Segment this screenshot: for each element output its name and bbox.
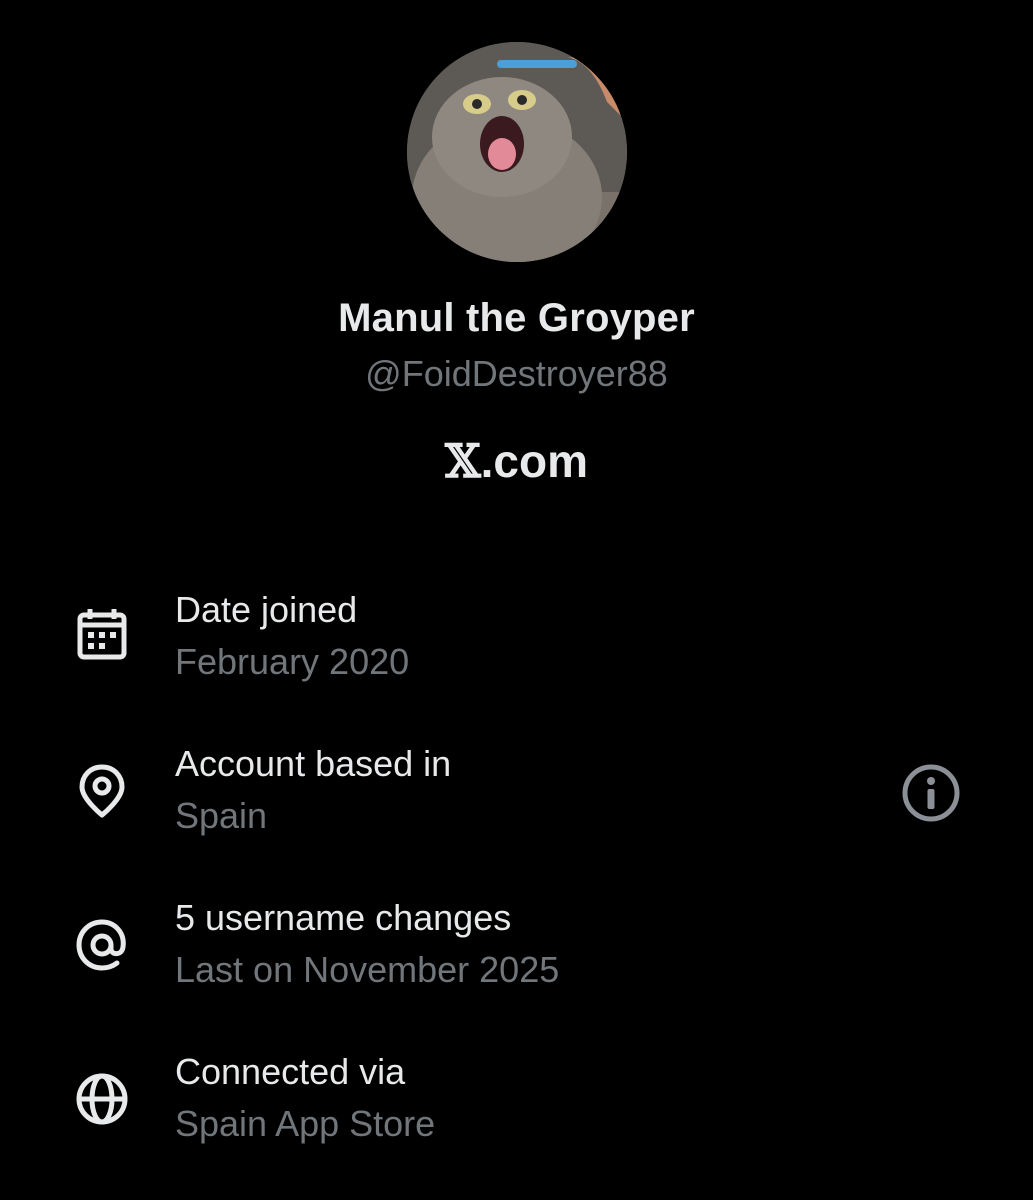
- calendar-icon: [72, 605, 132, 665]
- brand-domain: .com: [480, 435, 589, 487]
- username-changes-row: 5 username changes Last on November 2025: [0, 897, 1033, 1007]
- connected-via-row: Connected via Spain App Store: [0, 1051, 1033, 1161]
- date-joined-value: February 2020: [175, 641, 410, 682]
- display-name: Manul the Groyper: [338, 296, 695, 340]
- x-logo-icon: 𝕏: [444, 434, 481, 488]
- connected-via-value: Spain App Store: [175, 1103, 436, 1144]
- location-pin-icon: [72, 761, 132, 821]
- connected-via-label: Connected via: [175, 1051, 406, 1092]
- avatar-image: [407, 42, 627, 262]
- account-based-in-value: Spain: [175, 795, 268, 836]
- profile-avatar[interactable]: [407, 42, 627, 262]
- at-sign-icon: [72, 915, 132, 975]
- username-changes-value: Last on November 2025: [175, 949, 560, 990]
- date-joined-label: Date joined: [175, 589, 358, 630]
- account-based-in-row: Account based in Spain: [0, 743, 1033, 853]
- date-joined-row: Date joined February 2020: [0, 589, 1033, 699]
- username-handle: @FoidDestroyer88: [365, 353, 668, 394]
- username-changes-label: 5 username changes: [175, 897, 512, 938]
- account-based-in-label: Account based in: [175, 743, 452, 784]
- info-icon[interactable]: [900, 762, 962, 824]
- x-brand-logo: 𝕏.com: [0, 434, 1033, 488]
- globe-icon: [72, 1069, 132, 1129]
